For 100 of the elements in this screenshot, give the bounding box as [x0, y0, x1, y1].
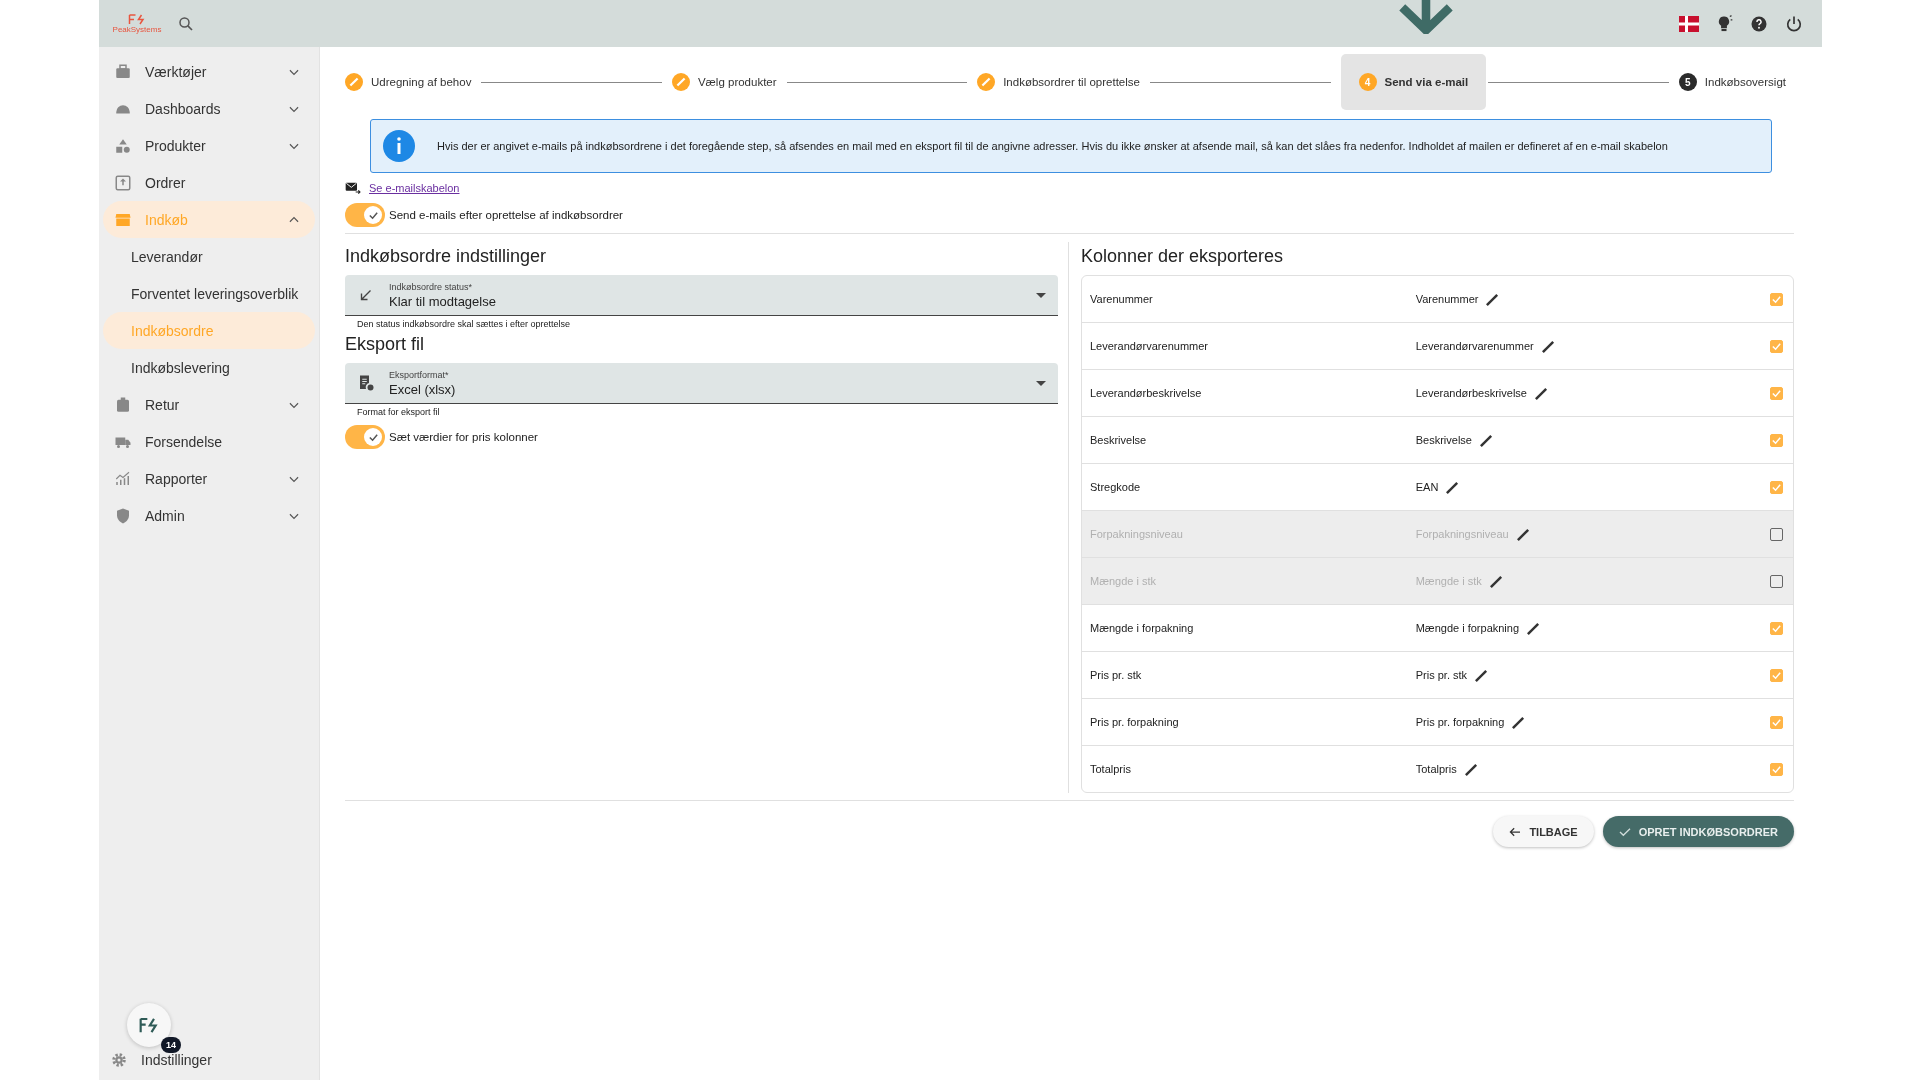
template-link[interactable]: Se e-mailskabelon [369, 182, 460, 194]
table-cell: Totalpris [1415, 763, 1457, 775]
pencil-icon[interactable] [1534, 385, 1549, 401]
upload-tray-icon [114, 173, 132, 192]
pencil-icon[interactable] [1488, 573, 1504, 589]
toggle-label: Sæt værdier for pris kolonner [389, 431, 538, 443]
sidebar-item[interactable]: Værktøjer [103, 53, 315, 90]
checkbox[interactable] [1770, 527, 1783, 541]
checkbox[interactable] [1770, 668, 1783, 682]
pencil-icon[interactable] [1515, 526, 1531, 542]
table-cell: Mængde i forpakning [1415, 622, 1520, 634]
table-cell-text: Varenummer [1090, 293, 1154, 305]
pencil-icon[interactable] [1474, 667, 1490, 683]
table-cell-text: Totalpris [1090, 763, 1132, 775]
status-select[interactable]: Indkøbsordre status* Klar til modtagelse [345, 275, 1058, 316]
format-select[interactable]: Eksportformat* Excel (xlsx) [345, 363, 1058, 404]
sidebar-subitem[interactable]: Indkøbslevering [103, 349, 315, 386]
pencil-icon [671, 73, 690, 91]
pencil-icon[interactable] [1485, 291, 1501, 307]
toggle-switch[interactable] [345, 425, 385, 449]
check-icon [367, 431, 379, 443]
document-icon [357, 374, 375, 392]
settings-icon[interactable] [110, 1051, 128, 1069]
sidebar-subitem[interactable]: Forventet leveringsoverblik [103, 275, 315, 312]
flag-icon[interactable] [1679, 15, 1699, 32]
dropdown-icon [1036, 292, 1046, 298]
table-cell-text: Forpakningsniveau [1090, 528, 1184, 540]
section-title: Eksport fil [345, 334, 426, 355]
pencil-icon[interactable] [1478, 432, 1494, 448]
checkbox[interactable] [1770, 715, 1783, 729]
field-hint: Format for eksport fil [357, 407, 441, 417]
table-cell-text: Leverandørbeskrivelse [1090, 387, 1203, 399]
pencil-icon [977, 73, 996, 91]
step-number: 4 [1358, 73, 1377, 91]
stepper-step[interactable]: 4 Send via e-mail [1340, 54, 1487, 110]
table-cell-text: Pris pr. forpakning [1090, 716, 1180, 728]
logo-icon [139, 1017, 159, 1033]
create-button[interactable]: OPRET INDKØBSORDRER [1602, 816, 1794, 847]
chart-icon [114, 469, 132, 488]
pencil-icon[interactable] [1526, 620, 1542, 636]
stepper-step[interactable]: 5 Indkøbsoversigt [1678, 54, 1794, 110]
settings-link[interactable]: Indstillinger [141, 1052, 212, 1068]
table-cell-text: Mængde i forpakning [1090, 622, 1195, 634]
pencil-icon[interactable] [1445, 479, 1461, 495]
section-title: Indkøbsordre indstillinger [345, 246, 548, 267]
logo-icon [128, 13, 146, 25]
sidebar-item[interactable]: Rapporter [103, 460, 315, 497]
table-cell: Varenummer [1415, 293, 1479, 305]
notification-badge: 14 [161, 1037, 181, 1053]
dropdown-icon [1036, 380, 1046, 386]
stepper-step[interactable]: Indkøbsordrer til oprettelse [977, 54, 1148, 110]
table-cell-text: Leverandørvarenummer [1090, 340, 1209, 352]
pencil-icon[interactable] [1511, 714, 1527, 730]
check-icon [1618, 826, 1631, 837]
checkbox[interactable] [1770, 386, 1783, 400]
stepper-step[interactable]: Vælg produkter [671, 54, 785, 110]
clipboard-icon [114, 395, 132, 414]
sidebar-item[interactable]: Admin [103, 497, 315, 534]
info-text: Hvis der er angivet e-mails på indkøbsordrene i det foregående step, så afsendes en mail med en eksport fil til de angivne adresser. Hvis du ikke ønsker at afsende mail, så kan det slåes fra nedenfor. Indholdet af mailen er defineret af en e-mail skabelon [437, 140, 1668, 152]
step-number: 5 [1678, 73, 1697, 91]
field-hint: Den status indkøbsordre skal sættes i efter oprettelse [357, 319, 572, 329]
sidebar-item[interactable]: Retur [103, 386, 315, 423]
arrow-left-icon [1509, 826, 1522, 837]
checkbox[interactable] [1770, 762, 1783, 776]
table-cell: Forpakningsniveau [1415, 528, 1509, 540]
checkbox[interactable] [1770, 339, 1783, 353]
checkbox[interactable] [1770, 480, 1783, 494]
toggle-switch[interactable] [345, 203, 385, 227]
table-cell: Pris pr. forpakning [1415, 716, 1505, 728]
table-cell: Leverandørvarenummer [1415, 340, 1534, 352]
table-cell: Mængde i stk [1415, 575, 1482, 587]
checkbox[interactable] [1770, 433, 1783, 447]
checkbox[interactable] [1770, 292, 1783, 306]
table-cell: Leverandørbeskrivelse [1415, 387, 1527, 399]
pencil-icon[interactable] [1463, 761, 1479, 777]
checkbox[interactable] [1770, 621, 1783, 635]
back-button[interactable]: TILBAGE [1493, 816, 1594, 847]
table-cell-text: Beskrivelse [1090, 434, 1148, 446]
toggle-label: Send e-mails efter oprettelse af indkøbsordrer [389, 209, 623, 221]
section-title: Kolonner der eksporteres [1081, 246, 1285, 267]
table-cell-text: Stregkode [1090, 481, 1142, 493]
sidebar-item[interactable]: Ordrer [103, 164, 315, 201]
table-cell-text: Pris pr. stk [1090, 669, 1143, 681]
sidebar-item[interactable]: Produkter [103, 127, 315, 164]
sidebar-item[interactable]: Forsendelse [103, 423, 315, 460]
sidebar-item[interactable]: Dashboards [103, 90, 315, 127]
sidebar-subitem[interactable]: Leverandør [103, 238, 315, 275]
logo-text: PeakSystems [112, 24, 162, 34]
stepper-step[interactable]: Udregning af behov [345, 54, 480, 110]
table-cell: Pris pr. stk [1415, 669, 1468, 681]
search-icon[interactable] [177, 14, 195, 33]
check-icon [367, 209, 379, 221]
info-icon [383, 130, 415, 162]
pencil-icon[interactable] [1540, 338, 1556, 354]
checkbox[interactable] [1770, 574, 1783, 588]
table-cell: Beskrivelse [1415, 434, 1472, 446]
mail-icon [345, 181, 361, 195]
pencil-icon [345, 73, 363, 91]
shield-icon [114, 506, 132, 525]
briefcase-icon [114, 62, 132, 81]
